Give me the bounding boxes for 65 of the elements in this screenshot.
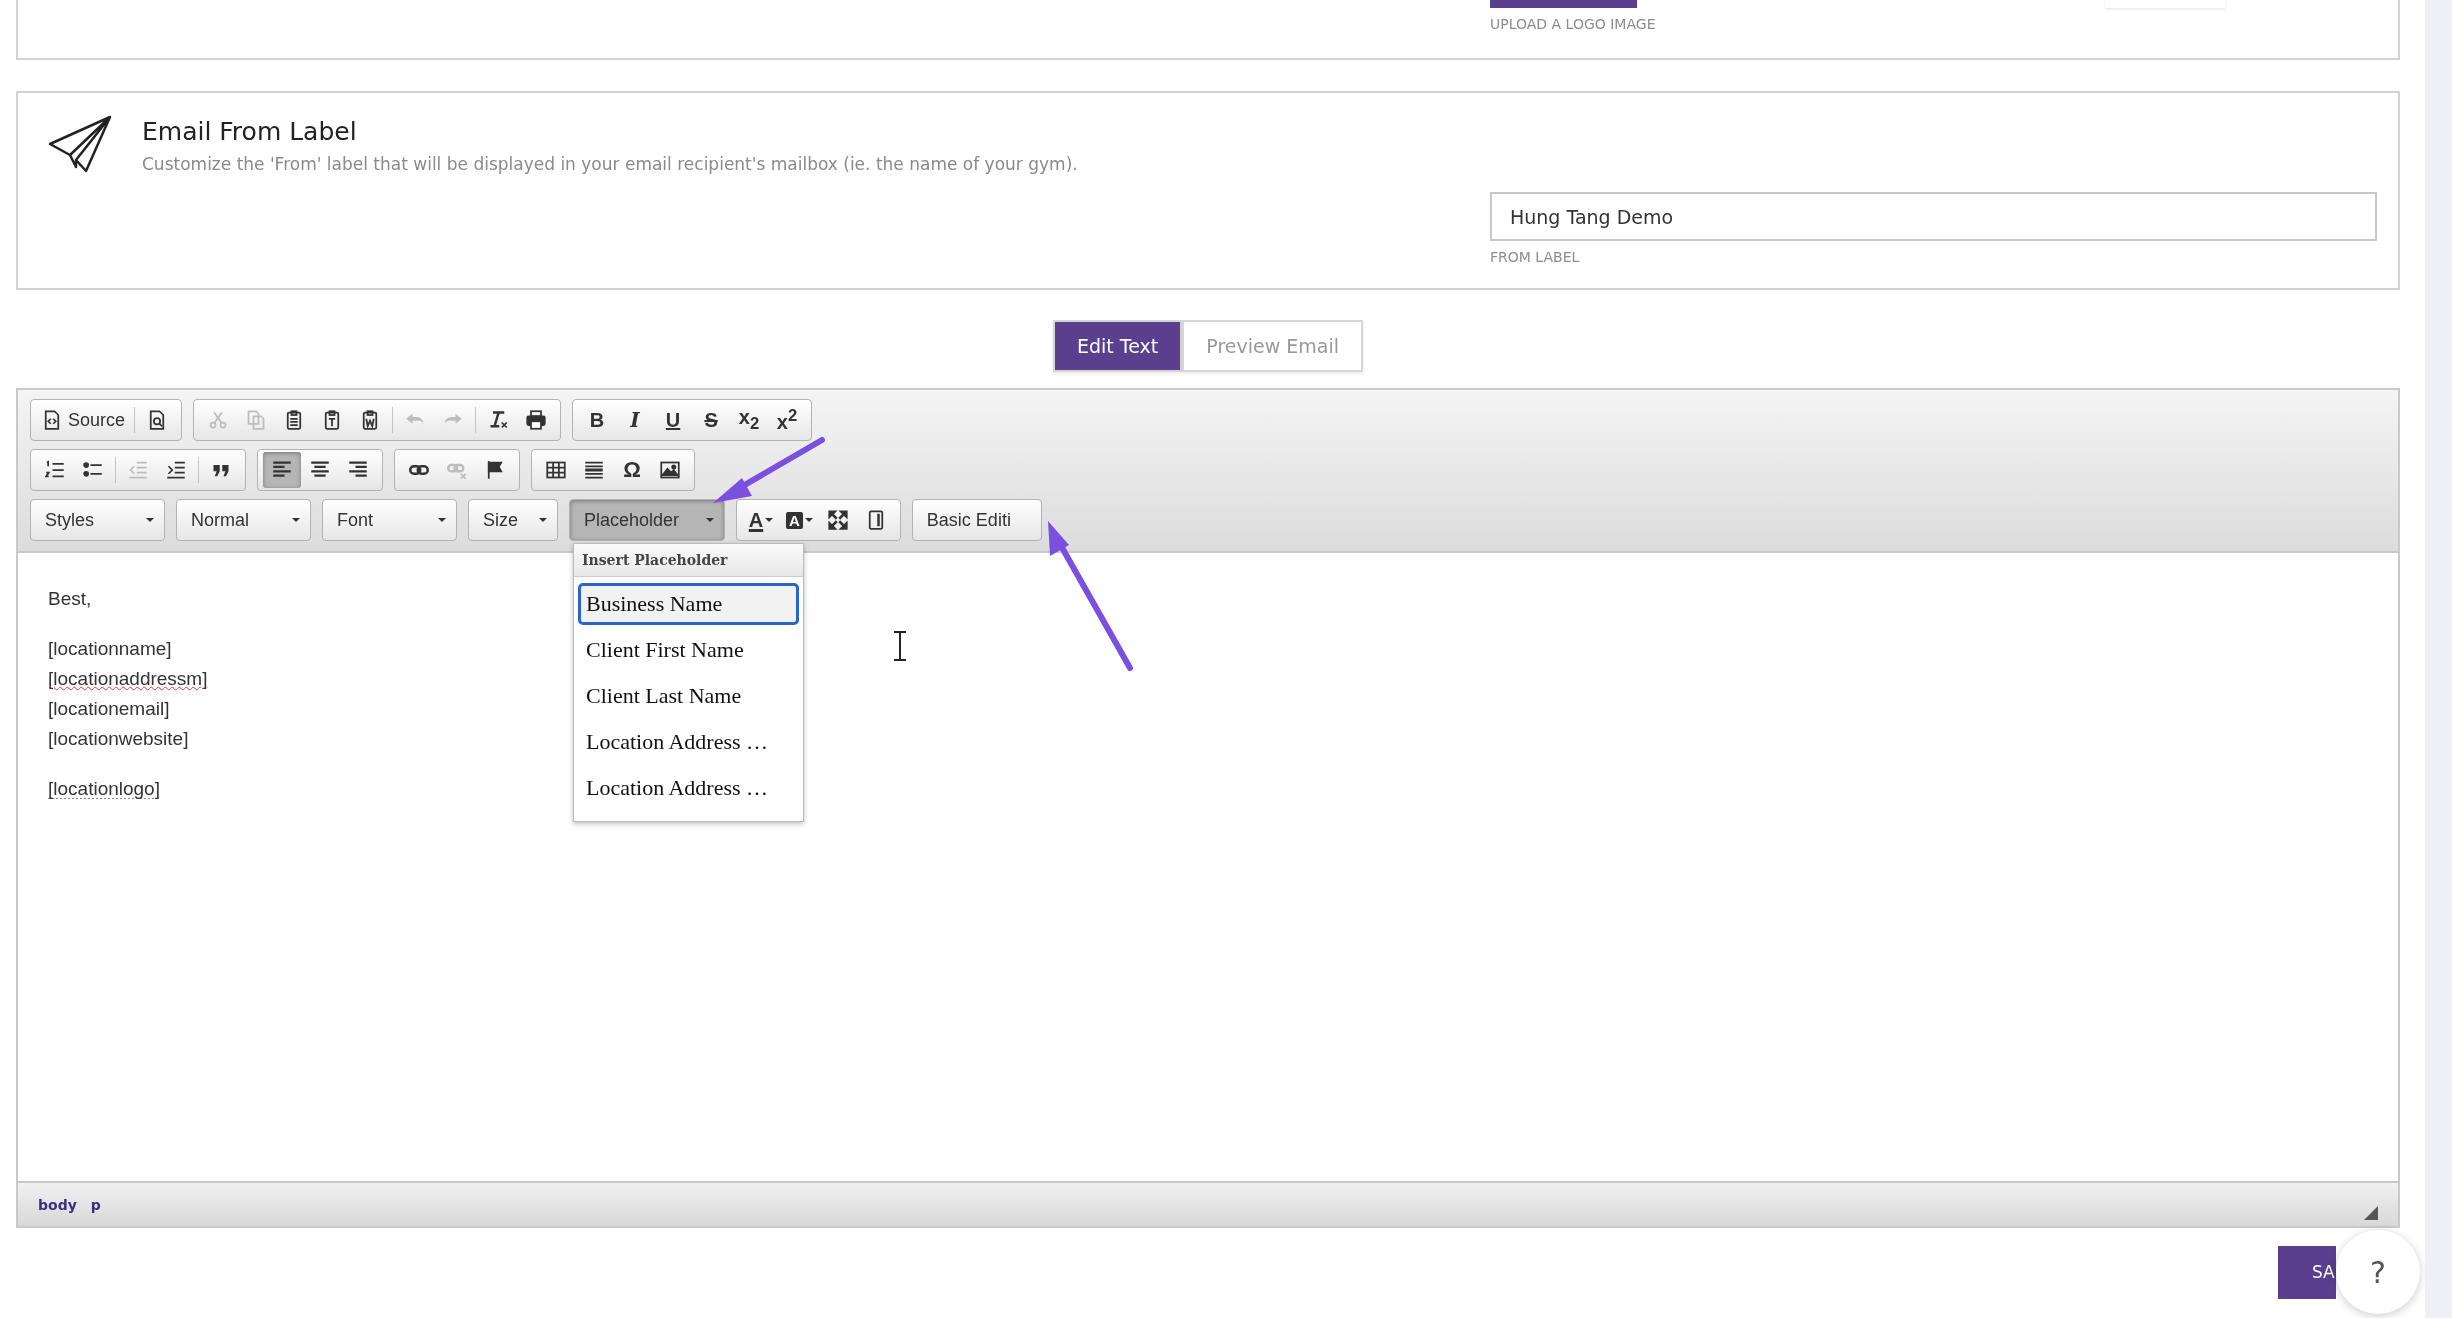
- maximize-icon: [827, 510, 848, 530]
- menu-item[interactable]: Location Address …: [578, 767, 799, 809]
- editor-text-line: [locationwebsite]: [48, 727, 189, 751]
- flag-icon: [485, 460, 505, 480]
- caret-icon: [765, 518, 774, 522]
- menu-title: Insert Placeholder: [574, 544, 803, 577]
- editor-text-line: Best,: [48, 587, 92, 611]
- help-button[interactable]: ?: [2336, 1230, 2420, 1314]
- text-cursor-icon: [893, 631, 907, 661]
- save-button[interactable]: SA: [2278, 1245, 2336, 1299]
- editor-text-line: [locationname]: [48, 637, 172, 661]
- paper-plane-icon: [48, 115, 112, 173]
- horizontal-lines-icon: [584, 460, 604, 480]
- align-center-icon: [310, 460, 330, 480]
- section-description: Customize the 'From' label that will be displayed in your email recipient's mailbox (ie. the name of your gym).: [142, 154, 1078, 174]
- indent-icon: [166, 460, 186, 480]
- bg-color-button[interactable]: A: [780, 502, 819, 538]
- from-label-field[interactable]: Hung Tang Demo: [1490, 192, 2377, 241]
- element-path-link[interactable]: p: [90, 1196, 101, 1213]
- code-document-icon: [42, 410, 62, 430]
- upload-label: UPLOAD A LOGO IMAGE: [1490, 16, 1656, 32]
- caret-icon: [706, 518, 714, 522]
- caret-icon: [292, 518, 300, 522]
- align-left-button[interactable]: [263, 452, 301, 488]
- editor-text-line: [locationemail]: [48, 697, 170, 721]
- image-icon: [660, 460, 680, 480]
- align-right-icon: [348, 460, 368, 480]
- dropdown-button[interactable]: Font: [322, 499, 457, 541]
- menu-item[interactable]: Business Name: [578, 583, 799, 625]
- element-path-link[interactable]: body: [38, 1196, 77, 1213]
- bold-button[interactable]: B: [578, 402, 617, 438]
- subscript-button[interactable]: x$_{2}$: [730, 402, 769, 438]
- superscript-button[interactable]: x$^{2}$: [768, 402, 807, 438]
- dropdown-button[interactable]: Normal: [176, 499, 311, 541]
- editor-text-line: [locationaddressm]: [48, 667, 208, 691]
- dropdown-button[interactable]: Styles: [30, 499, 165, 541]
- printer-icon: [526, 410, 547, 430]
- text-color-button[interactable]: A: [742, 502, 780, 538]
- special-char-button[interactable]: Ω: [613, 452, 651, 488]
- scissors-icon: [208, 410, 229, 430]
- caret-icon: [438, 518, 446, 522]
- clear-format-icon: [488, 410, 509, 430]
- resize-grip-icon[interactable]: [2364, 1206, 2378, 1220]
- numbered-list-icon: [45, 460, 65, 480]
- italic-button[interactable]: I: [616, 402, 655, 438]
- section-title: Email From Label: [142, 117, 358, 146]
- table-icon: [546, 460, 566, 480]
- strike-button[interactable]: S: [692, 402, 731, 438]
- basic-editing-button[interactable]: Basic Editi: [911, 499, 1042, 541]
- copy-icon: [246, 410, 267, 430]
- menu-item[interactable]: Client First Name: [578, 629, 799, 671]
- source-button[interactable]: Source: [36, 402, 132, 438]
- underline-button[interactable]: U: [654, 402, 693, 438]
- align-left-icon: [272, 460, 292, 480]
- menu-item[interactable]: Location Address …: [578, 721, 799, 763]
- tab[interactable]: Edit Text: [1053, 320, 1183, 372]
- caret-icon: [539, 518, 547, 522]
- bulleted-list-icon: [83, 460, 103, 480]
- caret-icon: [146, 518, 154, 522]
- outdent-icon: [128, 460, 148, 480]
- menu-item[interactable]: Client Last Name: [578, 675, 799, 717]
- caret-icon: [804, 518, 813, 522]
- dropdown-button[interactable]: Size: [468, 499, 558, 541]
- field-label: FROM LABEL: [1490, 249, 1581, 265]
- dropdown-button[interactable]: Placeholder: [569, 499, 725, 541]
